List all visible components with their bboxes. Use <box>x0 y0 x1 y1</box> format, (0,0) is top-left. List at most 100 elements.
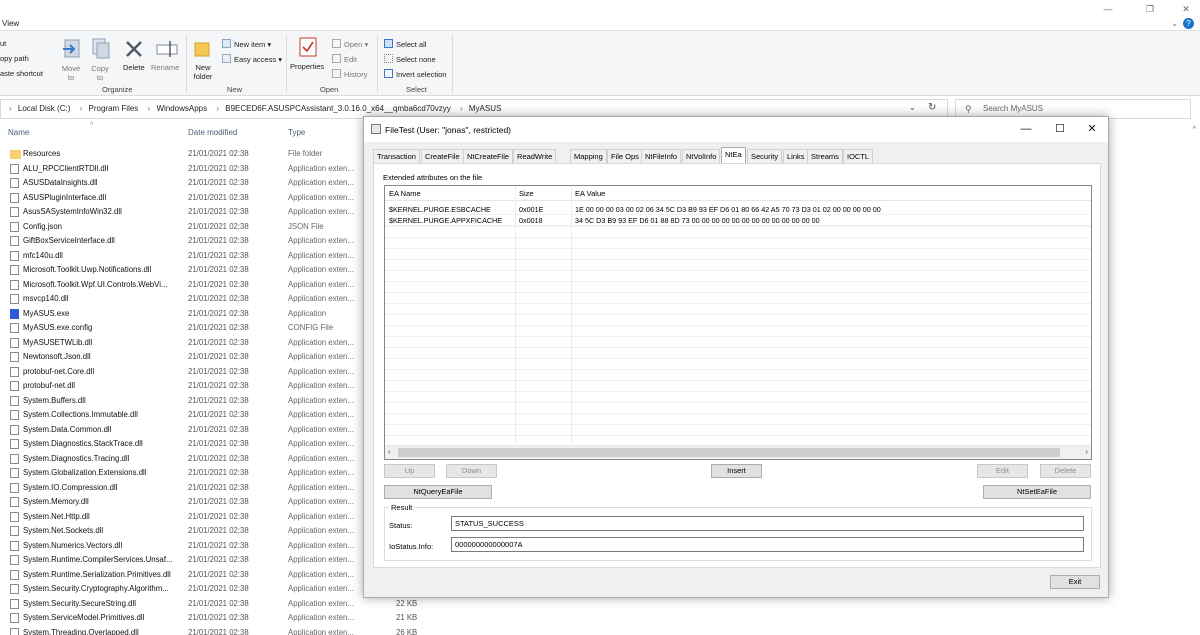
file-row[interactable]: Config.json 21/01/2021 02:38 JSON File <box>0 220 370 235</box>
help-icon[interactable]: ? <box>1183 18 1194 29</box>
file-row[interactable]: System.Collections.Immutable.dll 21/01/20… <box>0 408 370 423</box>
file-row[interactable]: System.ServiceModel.Primitives.dll 21/01/… <box>0 611 370 626</box>
file-row[interactable]: System.Security.Cryptography.Algorithm..… <box>0 582 370 597</box>
select-all-button[interactable]: Select all <box>384 39 426 49</box>
minimize-icon[interactable]: — <box>1098 4 1118 14</box>
file-row[interactable]: protobuf-net.Core.dll 21/01/2021 02:38 App… <box>0 365 370 380</box>
file-row[interactable]: AsusSASystemInfoWin32.dll 21/01/2021 02:3… <box>0 205 370 220</box>
view-menu-tab[interactable]: View <box>2 19 19 28</box>
tab-transaction[interactable]: Transaction <box>373 149 420 163</box>
copy-path-button[interactable]: opy path <box>0 54 29 63</box>
file-row[interactable]: ASUSDataInsights.dll 21/01/2021 02:38 Appl… <box>0 176 370 191</box>
file-row[interactable]: System.Runtime.CompilerServices.Unsaf...… <box>0 553 370 568</box>
scroll-up-icon[interactable]: ^ <box>1193 126 1196 133</box>
select-none-button[interactable]: Select none <box>384 54 436 64</box>
file-row[interactable]: Resources 21/01/2021 02:38 File folder <box>0 147 370 162</box>
horizontal-scrollbar[interactable]: ‹ › <box>385 445 1091 459</box>
tab-security[interactable]: Security <box>747 149 783 163</box>
file-row[interactable]: System.IO.Compression.dll 21/01/2021 02:3… <box>0 481 370 496</box>
column-ea-value[interactable]: EA Value <box>575 189 605 198</box>
tab-ioctl[interactable]: IOCTL <box>843 149 874 163</box>
column-name[interactable]: Name <box>8 123 29 143</box>
file-row[interactable]: msvcp140.dll 21/01/2021 02:38 Application … <box>0 292 370 307</box>
tab-ntvolinfo[interactable]: NtVolInfo <box>682 149 721 163</box>
easy-access-button[interactable]: Easy access ▾ <box>222 54 282 64</box>
file-row[interactable]: MyASUS.exe 21/01/2021 02:38 Application <box>0 307 370 322</box>
breadcrumb-windowsapps[interactable]: WindowsApps <box>156 104 207 113</box>
properties-button[interactable]: Properties <box>290 62 324 71</box>
file-row[interactable]: System.Threading.Overlapped.dll 21/01/202… <box>0 626 370 635</box>
file-row[interactable]: Microsoft.Toolkit.Wpf.UI.Controls.WebVi.… <box>0 278 370 293</box>
column-ea-name[interactable]: EA Name <box>389 189 421 198</box>
new-folder-button[interactable]: New folder <box>192 63 214 81</box>
file-row[interactable]: GiftBoxServiceInterface.dll 21/01/2021 02… <box>0 234 370 249</box>
column-size[interactable]: Size <box>519 189 534 198</box>
insert-button[interactable]: Insert <box>711 464 762 478</box>
delete-button[interactable]: Delete <box>123 63 145 72</box>
tab-ntfileinfo[interactable]: NtFileInfo <box>641 149 682 163</box>
rename-button[interactable]: Rename <box>151 63 179 72</box>
restore-icon[interactable]: ❐ <box>1140 4 1160 14</box>
tab-file-ops[interactable]: File Ops <box>607 149 643 163</box>
tab-ntea[interactable]: NtEa <box>721 147 746 163</box>
file-row[interactable]: MyASUS.exe.config 21/01/2021 02:38 CONFIG … <box>0 321 370 336</box>
edit-button[interactable]: Edit <box>332 54 357 64</box>
file-row[interactable]: System.Globalization.Extensions.dll 21/01… <box>0 466 370 481</box>
file-row[interactable]: System.Numerics.Vectors.dll 21/01/2021 02… <box>0 539 370 554</box>
file-row[interactable]: ALU_RPCClientRTDll.dll 21/01/2021 02:38 Ap… <box>0 162 370 177</box>
breadcrumb-local-disk[interactable]: Local Disk (C:) <box>18 104 70 113</box>
tab-streams[interactable]: Streams <box>807 149 843 163</box>
history-button[interactable]: History <box>332 69 367 79</box>
tab-ntcreatefile[interactable]: NtCreateFile <box>463 149 514 163</box>
file-row[interactable]: ASUSPluginInterface.dll 21/01/2021 02:38 A… <box>0 191 370 206</box>
cut-button[interactable]: ut <box>0 39 6 48</box>
iostatus-field[interactable]: 000000000000007A <box>451 537 1084 552</box>
ea-list[interactable]: EA Name Size EA Value $KERNEL.PURGE.ESBC… <box>384 185 1092 460</box>
breadcrumb-program-files[interactable]: Program Files <box>89 104 139 113</box>
refresh-icon[interactable]: ↻ <box>928 102 936 113</box>
file-row[interactable]: System.Data.Common.dll 21/01/2021 02:38 Ap… <box>0 423 370 438</box>
tab-links[interactable]: Links <box>783 149 809 163</box>
dialog-maximize-icon[interactable]: ☐ <box>1045 121 1075 137</box>
paste-shortcut-button[interactable]: aste shortcut <box>0 69 43 78</box>
ntqueryeafile-button[interactable]: NtQueryEaFile <box>384 485 492 499</box>
open-button[interactable]: Open ▾ <box>332 39 368 49</box>
file-row[interactable]: System.Diagnostics.StackTrace.dll 21/01/2… <box>0 437 370 452</box>
file-row[interactable]: System.Net.Http.dll 21/01/2021 02:38 Appli… <box>0 510 370 525</box>
new-item-button[interactable]: New item ▾ <box>222 39 271 49</box>
invert-selection-button[interactable]: Invert selection <box>384 69 446 79</box>
up-button[interactable]: Up <box>384 464 435 478</box>
tab-createfile[interactable]: CreateFile <box>421 149 464 163</box>
column-type[interactable]: Type <box>288 123 305 143</box>
delete-button[interactable]: Delete <box>1040 464 1091 478</box>
ea-row[interactable]: $KERNEL.PURGE.APPXFICACHE 0x0018 34 5C D3 … <box>385 215 1091 226</box>
file-row[interactable]: System.Security.SecureString.dll 21/01/20… <box>0 597 370 612</box>
file-row[interactable]: System.Memory.dll 21/01/2021 02:38 Applica… <box>0 495 370 510</box>
breadcrumb-myasus[interactable]: MyASUS <box>469 104 501 113</box>
ntseteafile-button[interactable]: NtSetEaFile <box>983 485 1091 499</box>
file-row[interactable]: System.Runtime.Serialization.Primitives.… <box>0 568 370 583</box>
file-row[interactable]: MyASUSETWLib.dll 21/01/2021 02:38 Applicat… <box>0 336 370 351</box>
file-row[interactable]: mfc140u.dll 21/01/2021 02:38 Application e… <box>0 249 370 264</box>
status-field[interactable]: STATUS_SUCCESS <box>451 516 1084 531</box>
file-row[interactable]: System.Diagnostics.Tracing.dll 21/01/2021… <box>0 452 370 467</box>
close-icon[interactable]: ✕ <box>1176 4 1196 14</box>
down-button[interactable]: Down <box>446 464 497 478</box>
move-to-button[interactable]: Move to <box>60 64 82 82</box>
tab-mapping[interactable]: Mapping <box>570 149 607 163</box>
file-row[interactable]: Newtonsoft.Json.dll 21/01/2021 02:38 Appli… <box>0 350 370 365</box>
file-row[interactable]: System.Net.Sockets.dll 21/01/2021 02:38 Ap… <box>0 524 370 539</box>
copy-to-button[interactable]: Copy to <box>89 64 111 82</box>
chevron-down-icon[interactable]: ⌄ <box>1171 19 1178 28</box>
dialog-close-icon[interactable]: ✕ <box>1077 121 1107 137</box>
exit-button[interactable]: Exit <box>1050 575 1100 589</box>
scrollbar-thumb[interactable] <box>398 448 1060 457</box>
ea-row[interactable]: $KERNEL.PURGE.ESBCACHE 0x001E 1E 00 00 00 … <box>385 204 1091 215</box>
address-dropdown-icon[interactable]: ⌄ <box>909 103 916 112</box>
file-row[interactable]: Microsoft.Toolkit.Uwp.Notifications.dll 2… <box>0 263 370 278</box>
dialog-minimize-icon[interactable]: — <box>1011 121 1041 137</box>
column-date-modified[interactable]: Date modified <box>188 123 237 143</box>
file-row[interactable]: protobuf-net.dll 21/01/2021 02:38 Applicat… <box>0 379 370 394</box>
scroll-left-icon[interactable]: ‹ <box>388 447 391 456</box>
file-row[interactable]: System.Buffers.dll 21/01/2021 02:38 Applic… <box>0 394 370 409</box>
